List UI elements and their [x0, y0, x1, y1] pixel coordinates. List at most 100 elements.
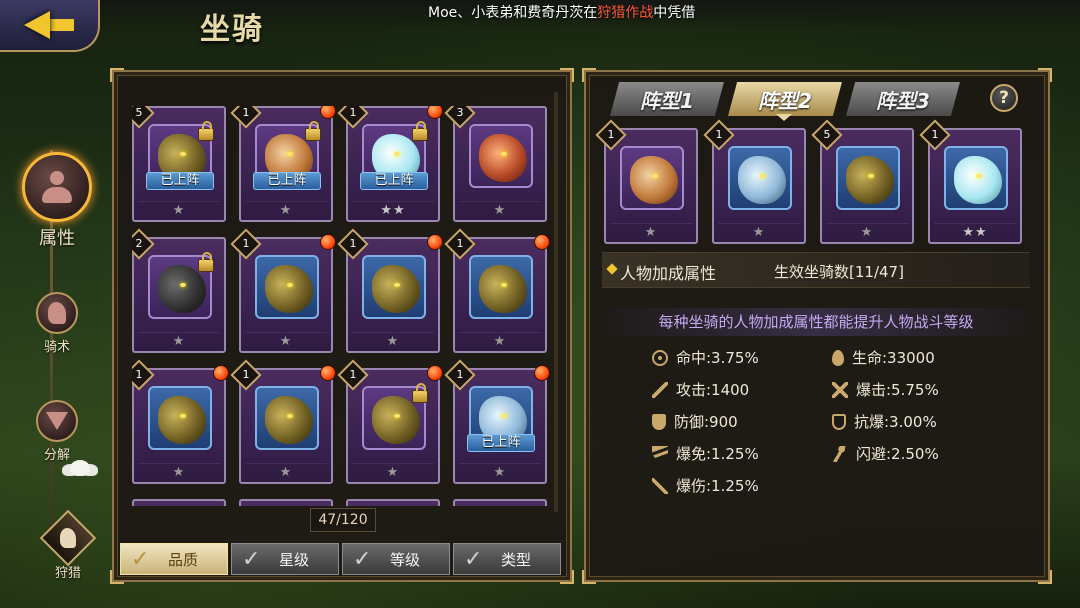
mount-portrait: [255, 255, 319, 319]
notification-dot-icon: [427, 234, 443, 250]
mount-card-partial[interactable]: [346, 499, 440, 506]
stat-value: 抗爆:3.00%: [854, 413, 937, 431]
dragon-mount-icon: [479, 265, 527, 313]
effective-mount-count: 生效坐骑数[11/47]: [774, 263, 904, 281]
star-rating: ★: [386, 334, 400, 349]
tab-formation-3[interactable]: 阵型3: [846, 82, 960, 116]
horse-head-icon: [36, 292, 78, 334]
mount-portrait: [469, 255, 533, 319]
wing-icon: [652, 445, 668, 462]
blade-icon: [652, 477, 668, 494]
mount-card[interactable]: 1 ★: [444, 228, 550, 353]
mount-list-scrollbar[interactable]: [554, 92, 558, 512]
mount-eye: [394, 152, 400, 156]
filter-star-button[interactable]: ✓ 星级: [231, 543, 339, 575]
notification-dot-icon: [213, 365, 229, 381]
mount-level: 1: [349, 237, 357, 250]
deployed-badge: 已上阵: [146, 172, 214, 190]
mount-level-badge: 1: [444, 359, 476, 391]
person-icon: [22, 152, 92, 222]
mount-eye: [868, 174, 874, 178]
checkmark-icon: ✓: [464, 547, 483, 572]
marquee-text-end: 中凭借: [653, 5, 696, 21]
mount-card[interactable]: 5 ★: [811, 119, 914, 244]
mount-card[interactable]: 1 ★: [337, 359, 443, 484]
bonus-section-header: 人物加成属性 生效坐骑数[11/47]: [602, 252, 1030, 288]
notification-dot-icon: [534, 365, 550, 381]
star-rating: ★: [172, 203, 186, 218]
mount-portrait: [255, 386, 319, 450]
back-button[interactable]: [0, 0, 100, 52]
filter-type-button[interactable]: ✓ 类型: [453, 543, 561, 575]
mount-card[interactable]: 1 已上阵 ★: [444, 359, 550, 484]
filter-label: 类型: [500, 550, 531, 569]
star-rating: ★: [279, 203, 293, 218]
mount-level: 1: [456, 237, 464, 250]
deployed-badge: 已上阵: [360, 172, 428, 190]
phoenix-mount-icon: [479, 134, 527, 182]
mount-eye: [652, 174, 658, 178]
dodge-runner-icon: [832, 445, 848, 462]
mount-card[interactable]: 5 已上阵 ★: [132, 106, 226, 222]
tab-formation-1[interactable]: 阵型1: [610, 82, 724, 116]
mount-level-badge: 1: [444, 228, 476, 260]
mount-card[interactable]: 3 ★: [444, 106, 547, 222]
deployed-badge: 已上阵: [253, 172, 321, 190]
back-arrow-icon: [24, 11, 50, 39]
mount-card[interactable]: 1 ★: [337, 228, 443, 353]
star-rating: ★: [386, 465, 400, 480]
mount-level: 3: [456, 106, 464, 119]
stat-row: 爆击:5.75%: [832, 379, 939, 400]
filter-level-button[interactable]: ✓ 等级: [342, 543, 450, 575]
star-rating: ★: [752, 225, 766, 240]
mount-card[interactable]: 1 ★: [132, 359, 229, 484]
mount-card[interactable]: 1 ★★: [919, 119, 1022, 244]
mount-level: 5: [135, 106, 143, 119]
help-button[interactable]: ?: [990, 84, 1018, 112]
mount-eye: [501, 152, 507, 156]
mount-card[interactable]: 1 ★: [703, 119, 806, 244]
mount-eye: [180, 283, 186, 287]
mount-card[interactable]: 1 ★: [230, 359, 336, 484]
mount-card-partial[interactable]: [239, 499, 333, 506]
star-rating: ★★: [962, 225, 988, 240]
filter-quality-button[interactable]: ✓ 品质: [120, 543, 228, 575]
lock-icon: [198, 121, 214, 141]
mount-portrait: [728, 146, 792, 210]
mount-card-partial[interactable]: [453, 499, 547, 506]
shield-outline-icon: [832, 413, 846, 430]
mount-portrait: [836, 146, 900, 210]
mount-level-badge: 1: [230, 359, 262, 391]
stat-row: 生命:33000: [832, 347, 935, 368]
stat-row: 命中:3.75%: [652, 347, 759, 368]
mount-eye: [287, 283, 293, 287]
dragon-mount-icon: [846, 156, 894, 204]
mount-card[interactable]: 1 已上阵 ★: [230, 106, 336, 222]
lock-icon: [198, 252, 214, 272]
nav-label: 属性: [39, 228, 75, 249]
mount-card[interactable]: 2 ★: [132, 228, 226, 353]
stat-row: 闪避:2.50%: [832, 443, 939, 464]
mount-level-badge: 1: [337, 228, 369, 260]
mount-count: 47/120: [310, 508, 376, 532]
mount-level-badge: 1: [230, 228, 262, 260]
mount-card[interactable]: 1 ★: [230, 228, 336, 353]
nav-item-attributes[interactable]: 属性: [22, 152, 92, 250]
stat-row: 爆伤:1.25%: [652, 475, 759, 496]
tab-formation-2[interactable]: 阵型2: [728, 82, 842, 116]
star-rating: ★: [172, 334, 186, 349]
mount-card-partial[interactable]: [132, 499, 226, 506]
mount-card[interactable]: 1 已上阵 ★★: [337, 106, 443, 222]
nav-item-hunt[interactable]: 狩猎: [39, 509, 97, 581]
nav-item-decompose[interactable]: 分解: [36, 400, 78, 463]
checkmark-icon: ✓: [131, 547, 150, 572]
flower-decoration: [62, 458, 98, 478]
crossed-swords-icon: [832, 381, 848, 398]
nav-item-riding[interactable]: 骑术: [36, 292, 78, 355]
notification-dot-icon: [427, 365, 443, 381]
notification-dot-icon: [320, 234, 336, 250]
notification-dot-icon: [427, 106, 443, 119]
star-rating: ★: [172, 465, 186, 480]
mount-eye: [394, 414, 400, 418]
mount-card[interactable]: 1 ★: [595, 119, 698, 244]
